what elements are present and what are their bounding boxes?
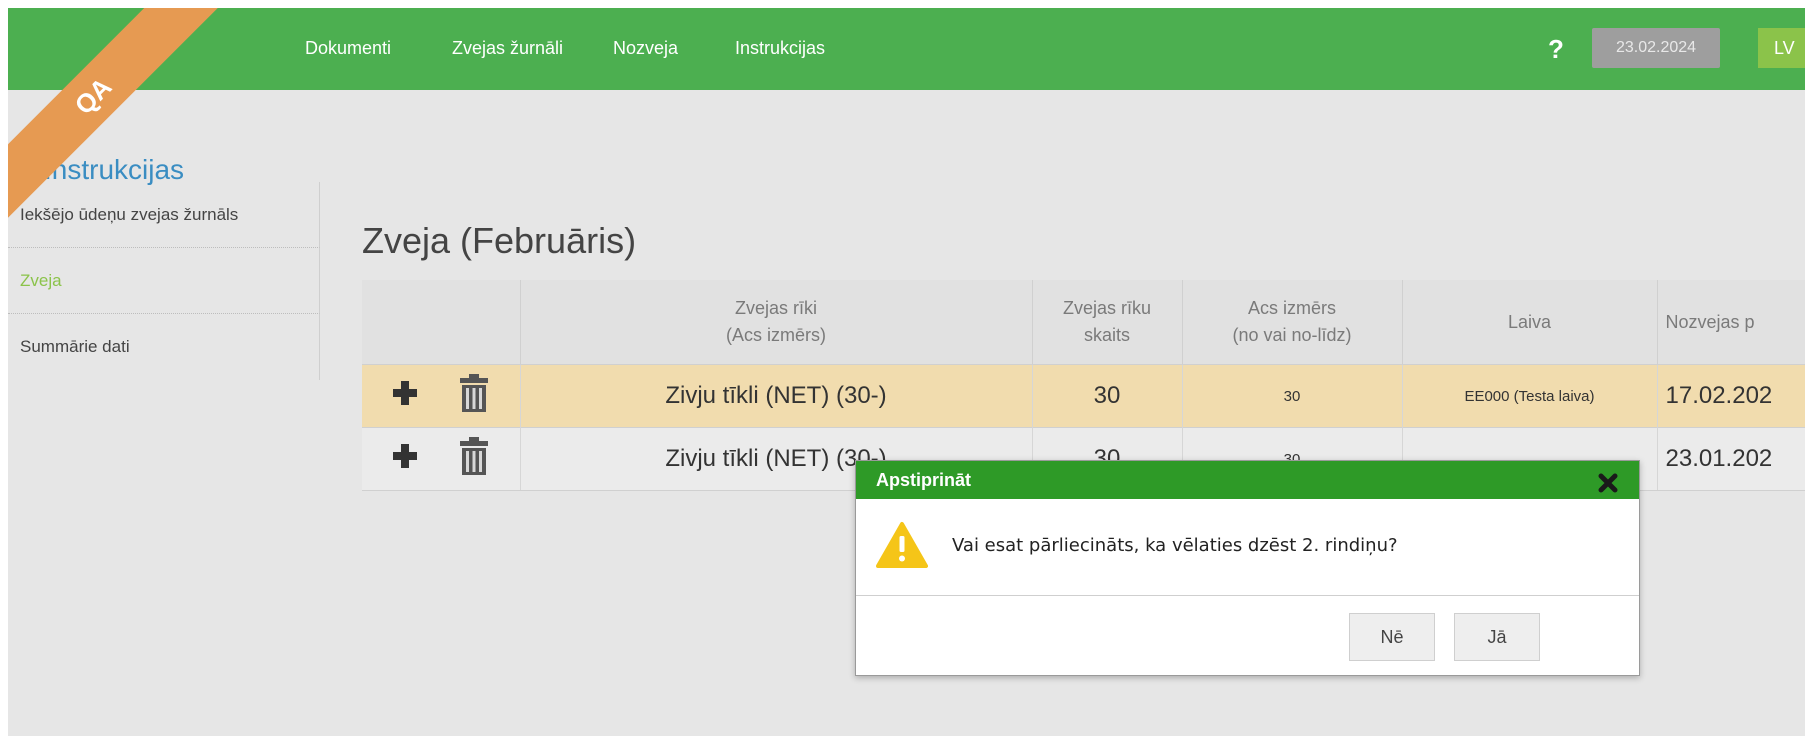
- header-gear: Zvejas rīki (Acs izmērs): [520, 280, 1033, 365]
- sidebar-item-label: Zveja: [20, 271, 62, 290]
- row-actions: [362, 364, 521, 428]
- cell-catch-date: 17.02.202: [1657, 364, 1805, 428]
- page-title: Zveja (Februāris): [362, 220, 637, 261]
- dialog-title: Apstiprināt: [876, 470, 972, 490]
- current-date-badge: 23.02.2024: [1592, 28, 1720, 68]
- table-row[interactable]: Zivju tīkli (NET) (30-) 30 30 EE000 (Tes…: [362, 364, 1805, 428]
- sidebar-item-label: Iekšējo ūdeņu zvejas žurnāls: [20, 205, 239, 224]
- header-mesh-size: Acs izmērs (no vai no-līdz): [1182, 280, 1403, 365]
- sidebar-item-ieksejo-udenu-zvejas-zurnals[interactable]: Iekšējo ūdeņu zvejas žurnāls: [8, 182, 320, 248]
- cell-boat: EE000 (Testa laiva): [1402, 364, 1658, 428]
- header-gear-text: Zvejas rīki (Acs izmērs): [726, 298, 826, 345]
- nav-link-nozveja[interactable]: Nozveja: [613, 38, 678, 59]
- cell-catch-date: 23.01.202: [1657, 427, 1805, 491]
- dialog-header: Apstiprināt: [856, 461, 1639, 499]
- yes-button[interactable]: Jā: [1454, 613, 1540, 661]
- add-row-icon[interactable]: [392, 380, 418, 413]
- sidebar-item-zveja[interactable]: Zveja: [8, 248, 320, 314]
- cell-gear-count: 30: [1032, 364, 1183, 428]
- nav-link-zvejas-zurnali[interactable]: Zvejas žurnāli: [452, 38, 563, 59]
- cell-mesh-size: 30: [1182, 364, 1403, 428]
- header-catch-date: Nozvejas p: [1657, 280, 1805, 365]
- no-button[interactable]: Nē: [1349, 613, 1435, 661]
- header-catch-date-text: Nozvejas p: [1665, 311, 1755, 332]
- nav-link-instrukcijas[interactable]: Instrukcijas: [735, 38, 825, 59]
- header-gear-count: Zvejas rīku skaits: [1032, 280, 1183, 365]
- header-actions: [362, 280, 521, 365]
- top-nav-bar: Dokumenti Zvejas žurnāli Nozveja Instruk…: [8, 8, 1805, 90]
- close-icon[interactable]: [1597, 469, 1619, 493]
- warning-icon: [876, 521, 928, 574]
- header-mesh-size-text: Acs izmērs (no vai no-līdz): [1232, 298, 1352, 345]
- row-actions: [362, 427, 521, 491]
- sidebar-item-label: Summārie dati: [20, 337, 130, 356]
- trash-icon[interactable]: [459, 373, 489, 419]
- add-row-icon[interactable]: [392, 443, 418, 476]
- dialog-message: Vai esat pārliecināts, ka vēlaties dzēst…: [952, 535, 1398, 556]
- table-header-row: Zvejas rīki (Acs izmērs) Zvejas rīku ska…: [362, 280, 1805, 365]
- sidebar-item-summarie-dati[interactable]: Summārie dati: [8, 314, 320, 380]
- help-icon[interactable]: ?: [1548, 34, 1564, 65]
- cell-gear: Zivju tīkli (NET) (30-): [520, 364, 1033, 428]
- nav-link-dokumenti[interactable]: Dokumenti: [305, 38, 391, 59]
- language-selector[interactable]: LV: [1758, 28, 1805, 68]
- dialog-body: Vai esat pārliecināts, ka vēlaties dzēst…: [856, 499, 1639, 596]
- header-boat-text: Laiva: [1507, 311, 1552, 332]
- app-canvas: Dokumenti Zvejas žurnāli Nozveja Instruk…: [8, 8, 1805, 736]
- trash-icon[interactable]: [459, 436, 489, 482]
- header-boat: Laiva: [1402, 280, 1658, 365]
- header-gear-count-text: Zvejas rīku skaits: [1062, 298, 1152, 345]
- confirm-delete-dialog: Apstiprināt Vai esat pārliecināts, ka vē…: [855, 460, 1640, 676]
